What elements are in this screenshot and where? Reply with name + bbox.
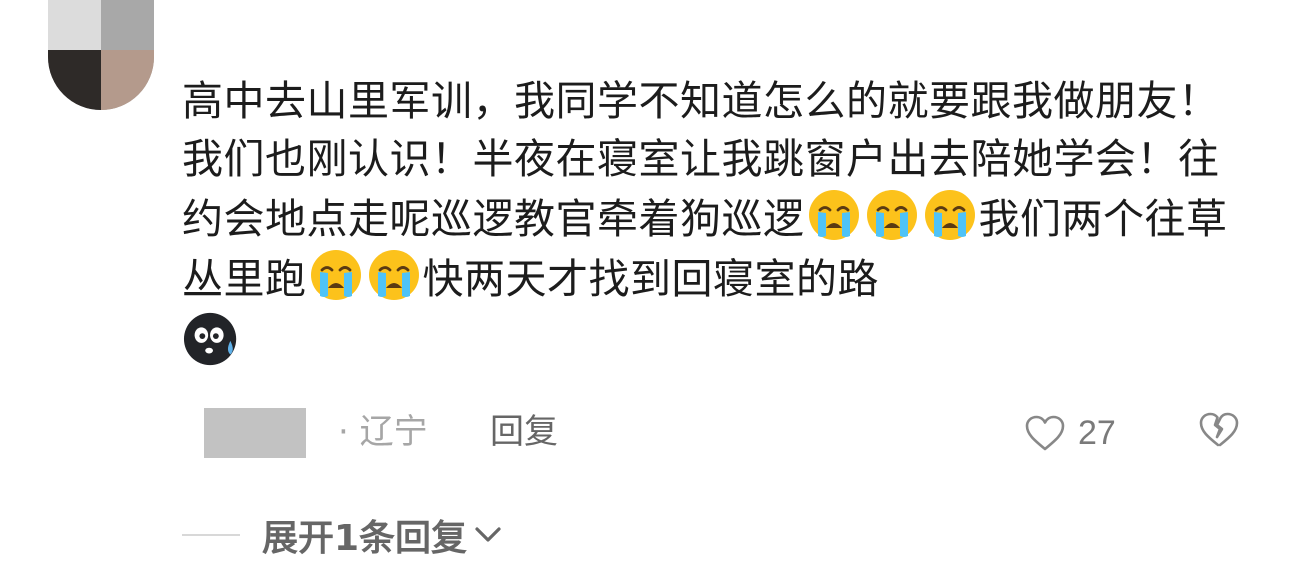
comment-meta-row: · 辽宁 回复 27 <box>204 406 1254 460</box>
heart-outline-icon <box>1025 415 1065 451</box>
expand-divider <box>182 534 240 536</box>
user-avatar[interactable] <box>48 0 154 110</box>
chevron-down-icon <box>475 527 501 542</box>
loudly-crying-face-emoji <box>309 248 363 302</box>
like-button[interactable]: 27 <box>1024 408 1116 458</box>
sweating-dark-face-emoji <box>183 310 241 368</box>
like-count: 27 <box>1078 413 1116 452</box>
loudly-crying-face-emoji <box>807 188 861 242</box>
broken-heart-icon <box>1199 412 1239 447</box>
redacted-username[interactable] <box>204 408 306 458</box>
loudly-crying-face-emoji <box>865 188 919 242</box>
location-label: · 辽宁 <box>338 412 428 452</box>
expand-replies-label[interactable]: 展开1条回复 <box>262 509 467 561</box>
avatar-pixel <box>101 0 154 50</box>
reply-button[interactable]: 回复 <box>490 410 558 454</box>
avatar-pixel <box>48 50 101 110</box>
avatar-pixel <box>48 0 101 50</box>
avatar-pixel <box>101 50 154 110</box>
dislike-button[interactable] <box>1198 410 1240 454</box>
loudly-crying-face-emoji <box>923 188 977 242</box>
comment-text: 高中去山里军训，我同学不知道怎么的就要跟我做朋友！我们也刚认识！半夜在寝室让我跳… <box>182 72 1242 368</box>
loudly-crying-face-emoji <box>367 248 421 302</box>
comment-text-segment: 快两天才找到回寝室的路 <box>422 255 879 303</box>
expand-replies[interactable]: 展开1条回复 <box>182 509 503 561</box>
